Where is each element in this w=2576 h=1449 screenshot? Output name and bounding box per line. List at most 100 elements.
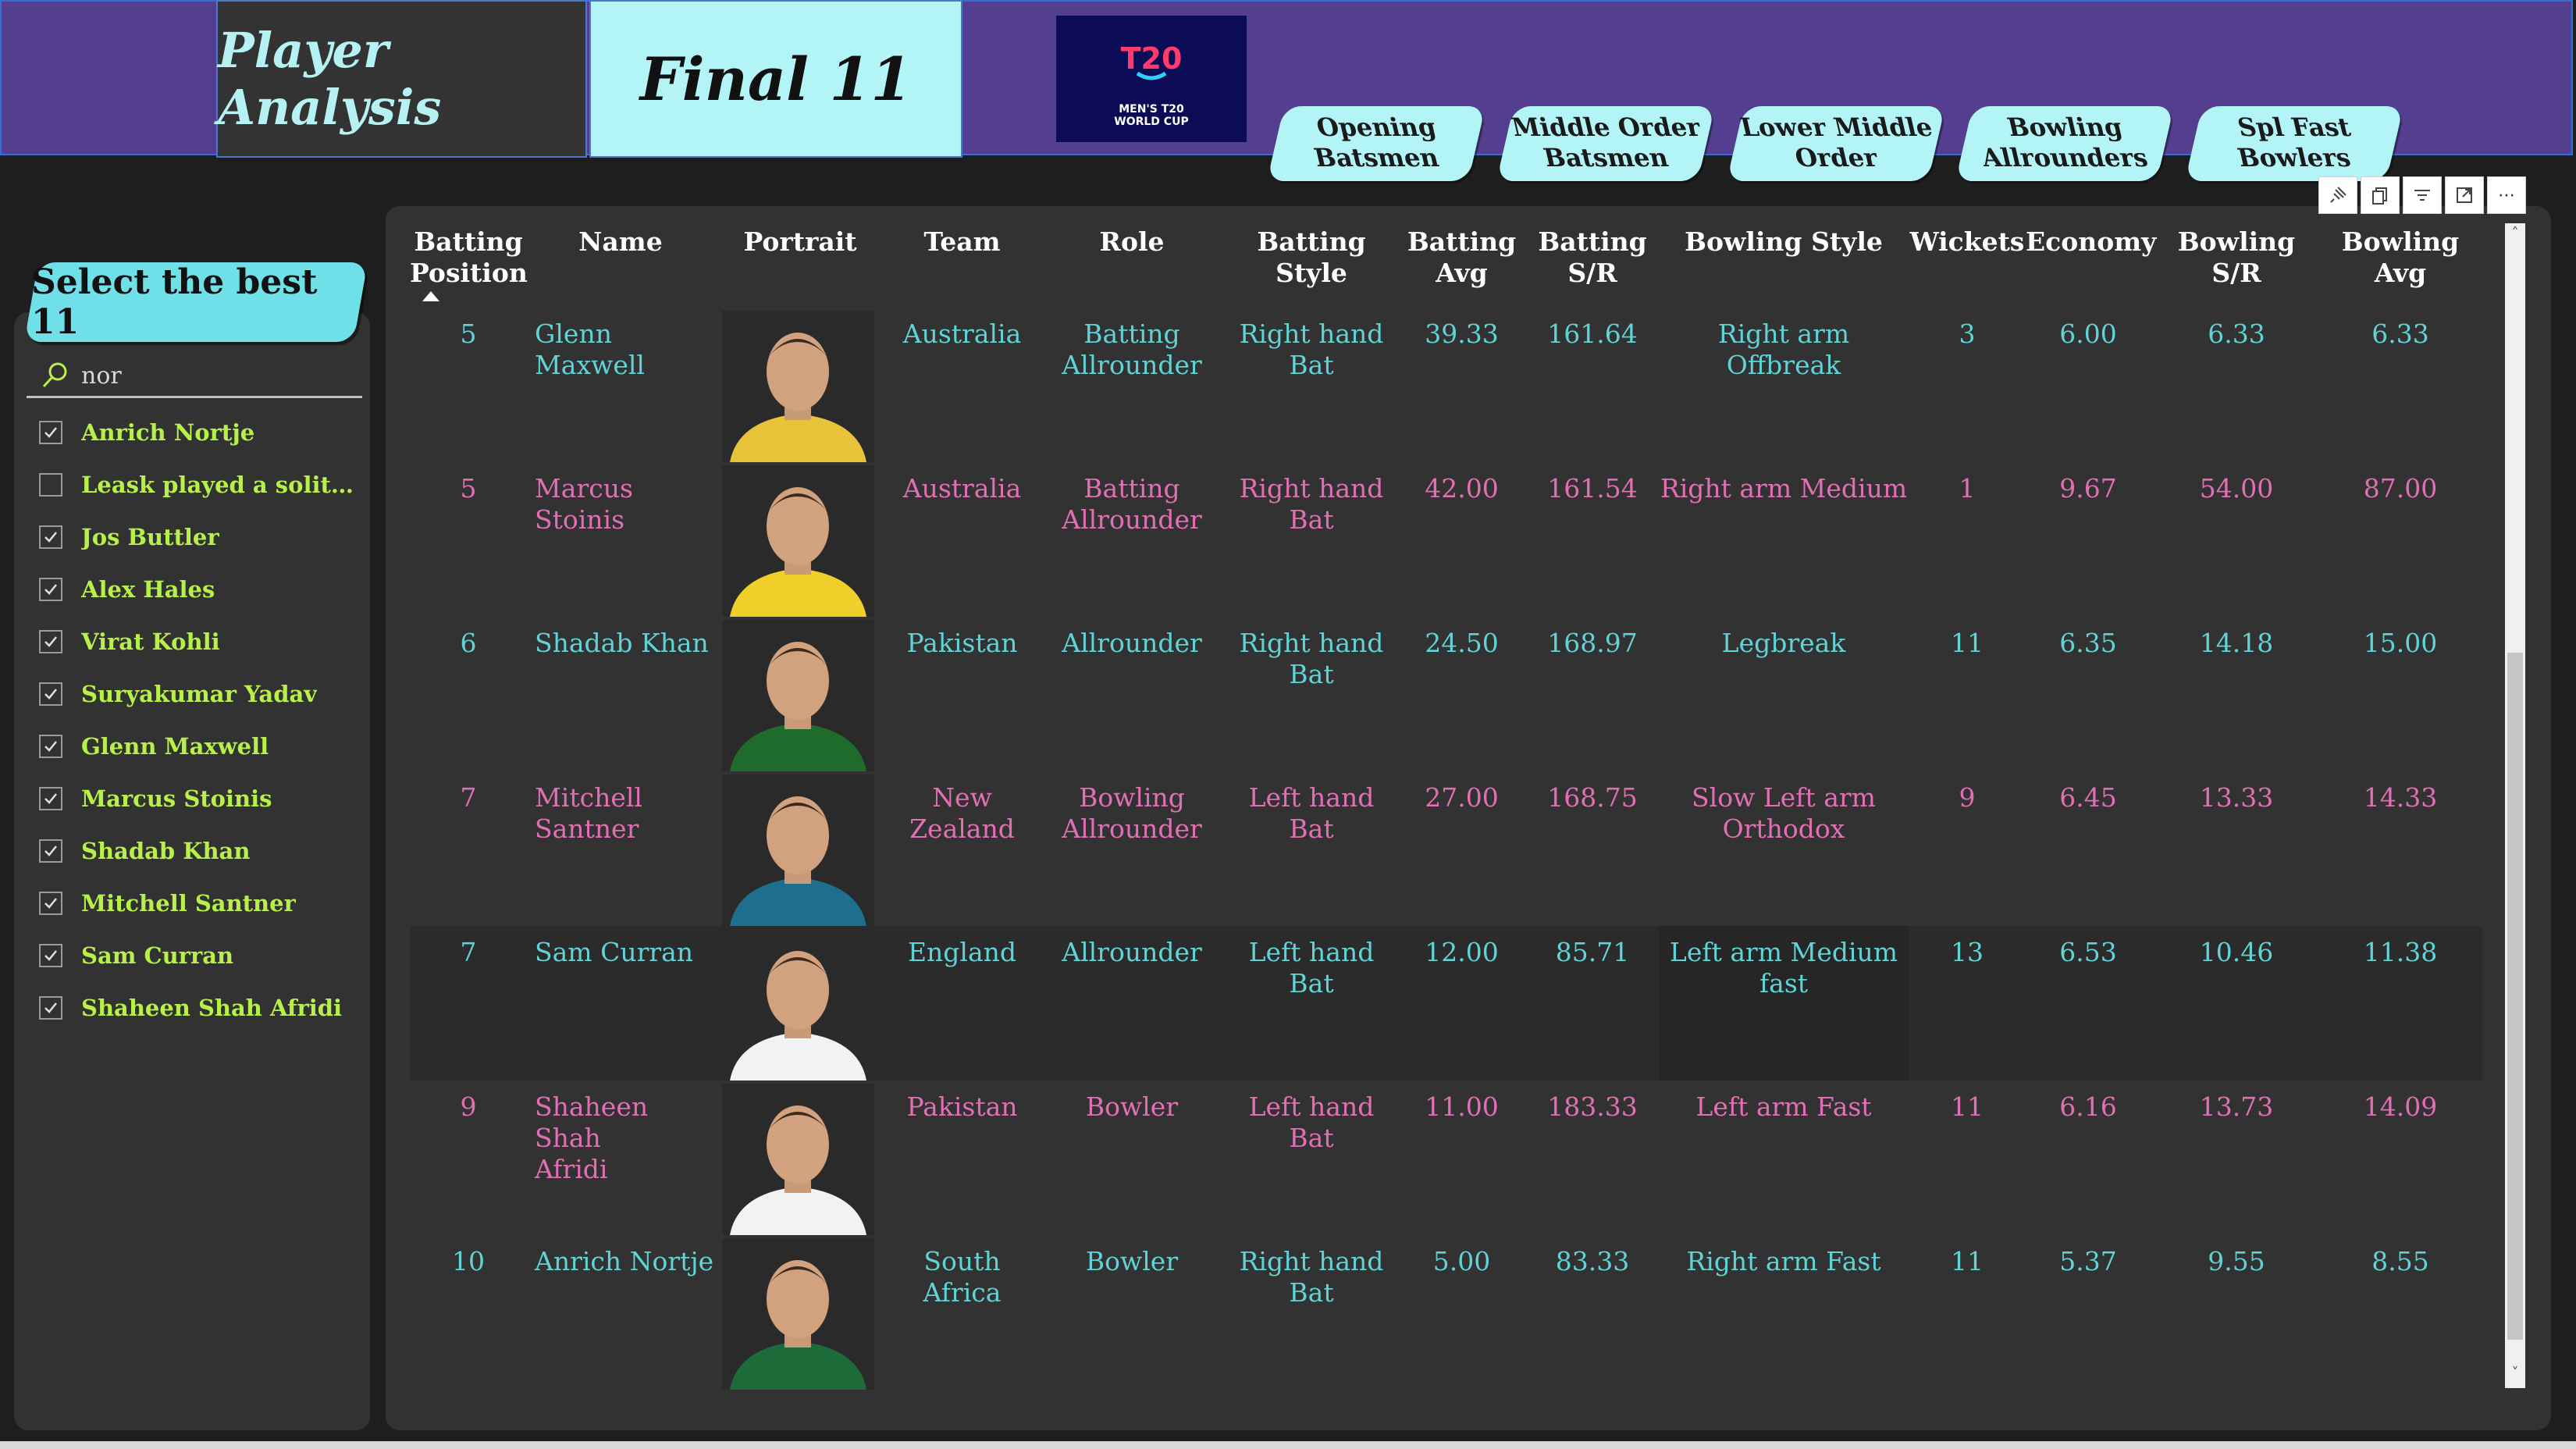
header-batting-position[interactable]: Batting Position <box>410 226 528 289</box>
nav-opening-batsmen[interactable]: Opening Batsmen <box>1266 106 1486 181</box>
logo-text: MEN'S T20 WORLD CUP <box>1114 103 1189 128</box>
cell-batting-avg: 11.00 <box>1425 1091 1499 1122</box>
header-batting-avg[interactable]: Batting Avg <box>1397 226 1526 289</box>
checkbox-checked-icon[interactable] <box>39 995 62 1020</box>
slicer-item[interactable]: Anrich Nortje <box>39 406 367 458</box>
nav-middle-order-batsmen[interactable]: Middle Order Batsmen <box>1496 106 1716 181</box>
cell-batting-style: Left hand Bat <box>1248 782 1375 844</box>
checkbox-checked-icon[interactable] <box>39 943 62 967</box>
table-scrollbar[interactable]: ˄ ˅ <box>2505 223 2525 1388</box>
cell-name: Shadab Khan <box>535 628 709 658</box>
cell-batting-position: 5 <box>460 473 477 504</box>
header-name[interactable]: Name <box>527 226 714 258</box>
cell-wickets: 9 <box>1959 782 1976 813</box>
header-bowling-sr[interactable]: Bowling S/R <box>2151 226 2322 289</box>
cell-batting-sr: 85.71 <box>1555 937 1630 967</box>
cell-bowling-sr: 13.73 <box>2199 1091 2274 1122</box>
checkbox-checked-icon[interactable] <box>39 525 62 549</box>
scroll-up-icon[interactable]: ˄ <box>2507 225 2523 245</box>
scroll-down-icon[interactable]: ˅ <box>2507 1365 2523 1385</box>
cell-economy: 6.53 <box>2059 937 2117 967</box>
cell-economy: 6.16 <box>2059 1091 2117 1122</box>
cell-team: Pakistan <box>906 628 1018 658</box>
cell-batting-position: 5 <box>460 319 477 349</box>
checkbox-checked-icon[interactable] <box>39 420 62 444</box>
cell-bowling-sr: 14.18 <box>2199 628 2274 658</box>
cell-name: Sam Curran <box>535 937 694 967</box>
table-row[interactable]: 5 Glenn Maxwell Australia Batting Allrounder… <box>410 308 2482 462</box>
table-row[interactable]: 6 Shadab Khan Pakistan Allrounder Right hand… <box>410 617 2482 771</box>
cell-team: Pakistan <box>906 1091 1018 1122</box>
cell-bowling-style: Left arm Medium fast <box>1669 937 1898 999</box>
checkbox-checked-icon[interactable] <box>39 682 62 706</box>
slicer-item[interactable]: Marcus Stoinis <box>39 772 367 824</box>
header-batting-style[interactable]: Batting Style <box>1226 226 1397 289</box>
focus-mode-icon[interactable] <box>2445 176 2484 214</box>
nav-lower-middle-order[interactable]: Lower Middle Order <box>1726 106 1946 181</box>
table-row[interactable]: 9 Shaheen Shah Afridi Pakistan Bowler Left ha… <box>410 1081 2482 1235</box>
checkbox-checked-icon[interactable] <box>39 786 62 810</box>
cell-name: Mitchell Santner <box>535 782 642 844</box>
player-portrait <box>722 774 874 926</box>
cell-batting-style: Right hand Bat <box>1239 473 1384 535</box>
player-portrait <box>722 465 874 617</box>
slicer-item-label: Virat Kohli <box>81 628 220 655</box>
cell-batting-avg: 24.50 <box>1425 628 1499 658</box>
slicer-item[interactable]: Alex Hales <box>39 563 367 615</box>
header-role[interactable]: Role <box>1038 226 1226 258</box>
slicer-search[interactable]: nor <box>27 355 362 398</box>
slicer-item[interactable]: Suryakumar Yadav <box>39 668 367 720</box>
filter-icon[interactable] <box>2403 176 2442 214</box>
search-input[interactable]: nor <box>81 362 122 390</box>
cell-bowling-style: Right arm Offbreak <box>1717 319 1850 380</box>
cell-batting-position: 10 <box>452 1246 485 1276</box>
header-bowling-avg[interactable]: Bowling Avg <box>2322 226 2478 289</box>
scrollbar-thumb[interactable] <box>2507 653 2523 1340</box>
copy-icon[interactable] <box>2361 176 2400 214</box>
checkbox-checked-icon[interactable] <box>39 838 62 863</box>
table-row[interactable]: 5 Marcus Stoinis Australia Batting Allrounde… <box>410 462 2482 617</box>
slicer-item[interactable]: Shadab Khan <box>39 824 367 877</box>
header-batting-sr[interactable]: Batting S/R <box>1526 226 1659 289</box>
slicer-item[interactable]: Jos Buttler <box>39 511 367 563</box>
cell-bowling-avg: 15.00 <box>2363 628 2438 658</box>
slicer-item[interactable]: Glenn Maxwell <box>39 720 367 772</box>
header-portrait[interactable]: Portrait <box>714 226 886 258</box>
player-portrait <box>722 1238 874 1390</box>
header-bowling-style[interactable]: Bowling Style <box>1659 226 1909 258</box>
checkbox-checked-icon[interactable] <box>39 734 62 758</box>
checkbox-checked-icon[interactable] <box>39 629 62 653</box>
tab-final-11[interactable]: Final 11 <box>589 0 962 158</box>
slicer-item[interactable]: Virat Kohli <box>39 615 367 668</box>
header-wickets[interactable]: Wickets <box>1909 226 2026 258</box>
cell-wickets: 1 <box>1959 473 1976 504</box>
checkbox-checked-icon[interactable] <box>39 577 62 601</box>
slicer-item-label: Mitchell Santner <box>81 889 296 917</box>
cell-bowling-style: Right arm Fast <box>1686 1246 1881 1276</box>
pin-icon[interactable] <box>2318 176 2357 214</box>
nav-spl-fast-bowlers[interactable]: Spl Fast Bowlers <box>2184 106 2404 181</box>
header-team[interactable]: Team <box>886 226 1038 258</box>
header-economy[interactable]: Economy <box>2026 226 2156 258</box>
nav-bowling-allrounders[interactable]: Bowling Allrounders <box>1955 106 2175 181</box>
cell-batting-style: Right hand Bat <box>1239 319 1384 380</box>
slicer-item-label: Shadab Khan <box>81 837 251 864</box>
tab-player-analysis[interactable]: Player Analysis <box>216 0 587 158</box>
table-row[interactable]: 7 Mitchell Santner New Zealand Bowling Allroun… <box>410 771 2482 926</box>
checkbox-unchecked-icon[interactable] <box>39 472 62 497</box>
table-row[interactable]: 10 Anrich Nortje South Africa Bowler Right ha… <box>410 1235 2482 1390</box>
slicer-item[interactable]: Leask played a solitary … <box>39 458 367 511</box>
checkbox-checked-icon[interactable] <box>39 891 62 915</box>
cell-bowling-style: Legbreak <box>1721 628 1846 658</box>
cell-role: Bowler <box>1085 1091 1179 1122</box>
cell-name: Anrich Nortje <box>535 1246 714 1276</box>
cell-team: England <box>907 937 1017 967</box>
cell-batting-style: Left hand Bat <box>1248 1091 1375 1153</box>
slicer-item[interactable]: Shaheen Shah Afridi <box>39 981 367 1034</box>
slicer-title: Select the best 11 <box>24 262 368 342</box>
slicer-item[interactable]: Sam Curran <box>39 929 367 981</box>
table-row[interactable]: 7 Sam Curran England Allrounder Left hand Ba… <box>410 926 2482 1081</box>
cell-bowling-sr: 9.55 <box>2208 1246 2265 1276</box>
slicer-item[interactable]: Mitchell Santner <box>39 877 367 929</box>
more-options-icon[interactable]: ⋯ <box>2487 176 2526 214</box>
